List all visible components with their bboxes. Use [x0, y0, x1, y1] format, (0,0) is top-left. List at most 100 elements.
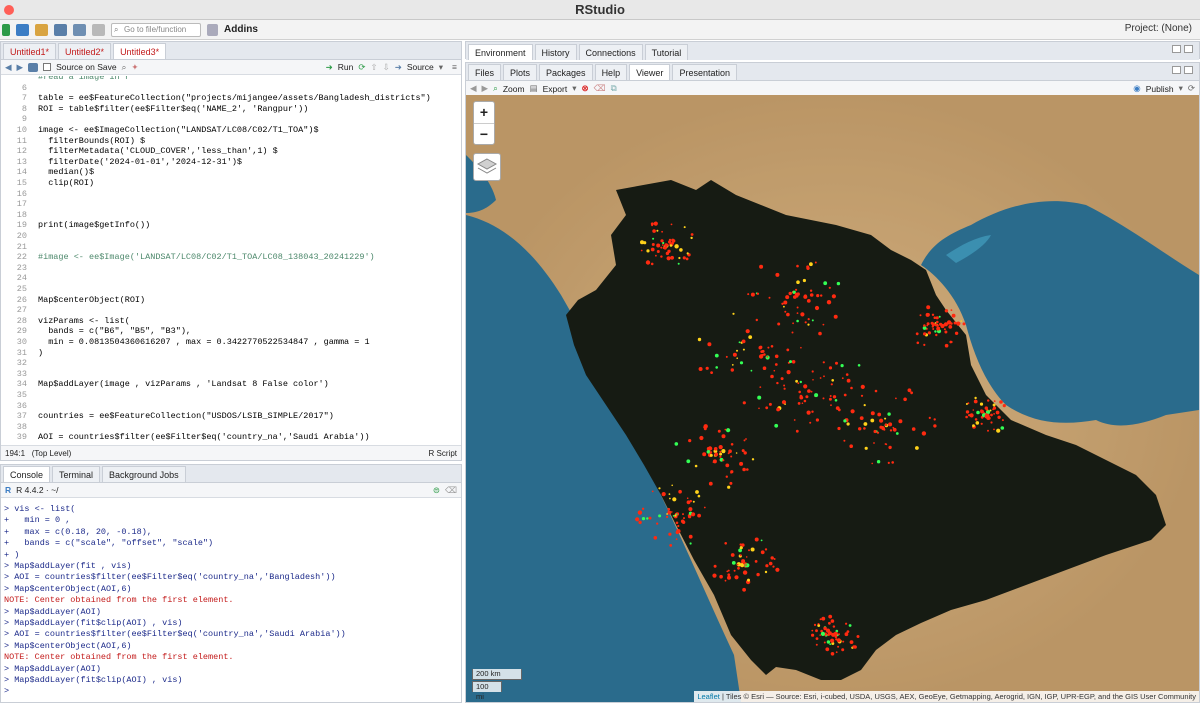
- maximize-icon[interactable]: [1184, 66, 1193, 74]
- project-menu[interactable]: Project: (None): [1125, 23, 1192, 34]
- editor-tab-1[interactable]: Untitled2*: [58, 43, 112, 59]
- light-dot: [729, 481, 733, 485]
- map-canvas[interactable]: [466, 95, 1199, 702]
- save-file-icon[interactable]: [28, 62, 39, 72]
- light-dot: [709, 453, 713, 457]
- scope-indicator[interactable]: (Top Level): [32, 449, 72, 458]
- layers-control[interactable]: [473, 153, 501, 181]
- viewer-tab-4[interactable]: Viewer: [629, 64, 671, 80]
- up-icon[interactable]: ⇧: [370, 62, 377, 73]
- minimize-icon[interactable]: [1172, 66, 1181, 74]
- broom-icon[interactable]: ⌫: [445, 485, 457, 496]
- rerun-icon[interactable]: ⟳: [358, 62, 365, 73]
- publish-dropdown-icon[interactable]: ▾: [1179, 83, 1183, 94]
- editor-tab-0[interactable]: Untitled1*: [3, 43, 57, 59]
- file-type-indicator[interactable]: R Script: [429, 449, 457, 458]
- forward-icon[interactable]: ▶: [482, 83, 489, 94]
- minimize-icon[interactable]: [1172, 45, 1181, 53]
- wand-icon[interactable]: ✦: [131, 62, 138, 73]
- console-tab-1[interactable]: Terminal: [52, 466, 101, 482]
- console-tab-0[interactable]: Console: [3, 466, 51, 482]
- light-dot: [796, 319, 799, 323]
- light-dot: [911, 427, 916, 431]
- light-dot: [683, 517, 685, 520]
- light-dot: [823, 281, 828, 286]
- editor-tab-2[interactable]: Untitled3*: [113, 43, 167, 59]
- env-tab-1[interactable]: History: [534, 44, 577, 60]
- zoom-in-button[interactable]: +: [474, 102, 494, 124]
- back-icon[interactable]: ◀: [5, 62, 12, 73]
- light-dot: [745, 564, 747, 566]
- code-line: #image <- ee$Image('LANDSAT/LC08/C02/T1_…: [38, 252, 375, 263]
- viewer-tab-2[interactable]: Packages: [539, 64, 593, 80]
- viewer-tab-3[interactable]: Help: [594, 64, 628, 80]
- light-dot: [760, 350, 764, 353]
- light-dot: [719, 450, 722, 453]
- env-tab-2[interactable]: Connections: [578, 44, 643, 60]
- source-dropdown-icon[interactable]: ▾: [439, 62, 443, 73]
- down-icon[interactable]: ⇩: [383, 62, 390, 73]
- light-dot: [672, 497, 677, 502]
- leaflet-map[interactable]: + − 200 km 100 mi Leaflet | Tiles © Esri…: [466, 95, 1199, 702]
- light-dot: [719, 455, 722, 458]
- env-tab-0[interactable]: Environment: [468, 44, 533, 60]
- search-icon[interactable]: ⌕: [122, 62, 127, 73]
- code-line: filterBounds(ROI) $: [38, 135, 146, 146]
- broom-icon[interactable]: ⌫: [594, 83, 606, 94]
- light-dot: [682, 513, 684, 516]
- goto-file-input[interactable]: ⌕ Go to file/function: [111, 22, 201, 37]
- light-dot: [992, 406, 997, 410]
- save-all-icon[interactable]: [73, 23, 86, 36]
- maximize-icon[interactable]: [1184, 45, 1193, 53]
- close-window-button[interactable]: [4, 5, 14, 15]
- leaflet-link[interactable]: Leaflet: [697, 692, 720, 701]
- run-button[interactable]: Run: [338, 62, 354, 72]
- clear-console-icon[interactable]: ⊜: [433, 485, 440, 496]
- light-dot: [796, 306, 799, 309]
- export-dropdown-icon[interactable]: ▾: [572, 83, 576, 94]
- viewer-tab-0[interactable]: Files: [468, 64, 502, 80]
- light-dot: [718, 445, 723, 450]
- viewer-tab-5[interactable]: Presentation: [672, 64, 737, 80]
- export-menu[interactable]: Export: [543, 84, 568, 94]
- line-number: 30: [16, 337, 27, 347]
- save-icon[interactable]: [54, 23, 67, 36]
- source-on-save-checkbox[interactable]: [43, 63, 52, 71]
- open-file-icon[interactable]: [35, 23, 48, 36]
- addins-menu[interactable]: Addins: [224, 24, 258, 35]
- publish-button[interactable]: Publish: [1146, 84, 1174, 94]
- light-dot: [803, 384, 808, 389]
- zoom-button[interactable]: Zoom: [503, 84, 525, 94]
- light-dot: [795, 288, 798, 291]
- popout-icon[interactable]: ⧉: [611, 83, 617, 94]
- refresh-icon[interactable]: ⟳: [1188, 83, 1195, 94]
- light-dot: [727, 569, 730, 572]
- grid-icon[interactable]: [207, 23, 218, 36]
- console-line: >: [4, 686, 10, 697]
- clear-viewer-icon[interactable]: ⊗: [581, 83, 588, 94]
- light-dot: [927, 331, 931, 335]
- console-tab-2[interactable]: Background Jobs: [102, 466, 186, 482]
- zoom-out-button[interactable]: −: [474, 124, 494, 146]
- print-icon[interactable]: [92, 23, 105, 36]
- light-dot: [650, 222, 654, 226]
- new-project-icon[interactable]: [16, 23, 29, 36]
- outline-icon[interactable]: ≡: [452, 62, 457, 72]
- light-dot: [725, 463, 730, 468]
- new-file-icon[interactable]: [2, 23, 10, 36]
- light-dot: [791, 331, 794, 334]
- light-dot: [800, 312, 805, 317]
- env-tab-3[interactable]: Tutorial: [644, 44, 689, 60]
- light-dot: [676, 529, 681, 534]
- line-number: 7: [21, 93, 27, 104]
- console-output[interactable]: > vis <- list(+ min = 0 , + max = c(0.18,…: [1, 498, 461, 702]
- source-button[interactable]: Source: [407, 62, 434, 72]
- code-editor[interactable]: #read a image in r 6 7 table = ee$FeatureCo…: [1, 76, 461, 445]
- light-dot: [742, 467, 746, 472]
- light-dot: [990, 421, 993, 424]
- viewer-tab-1[interactable]: Plots: [503, 64, 538, 80]
- back-icon[interactable]: ◀: [470, 83, 477, 94]
- light-dot: [664, 244, 667, 247]
- forward-icon[interactable]: ▶: [17, 62, 24, 73]
- light-dot: [944, 309, 949, 313]
